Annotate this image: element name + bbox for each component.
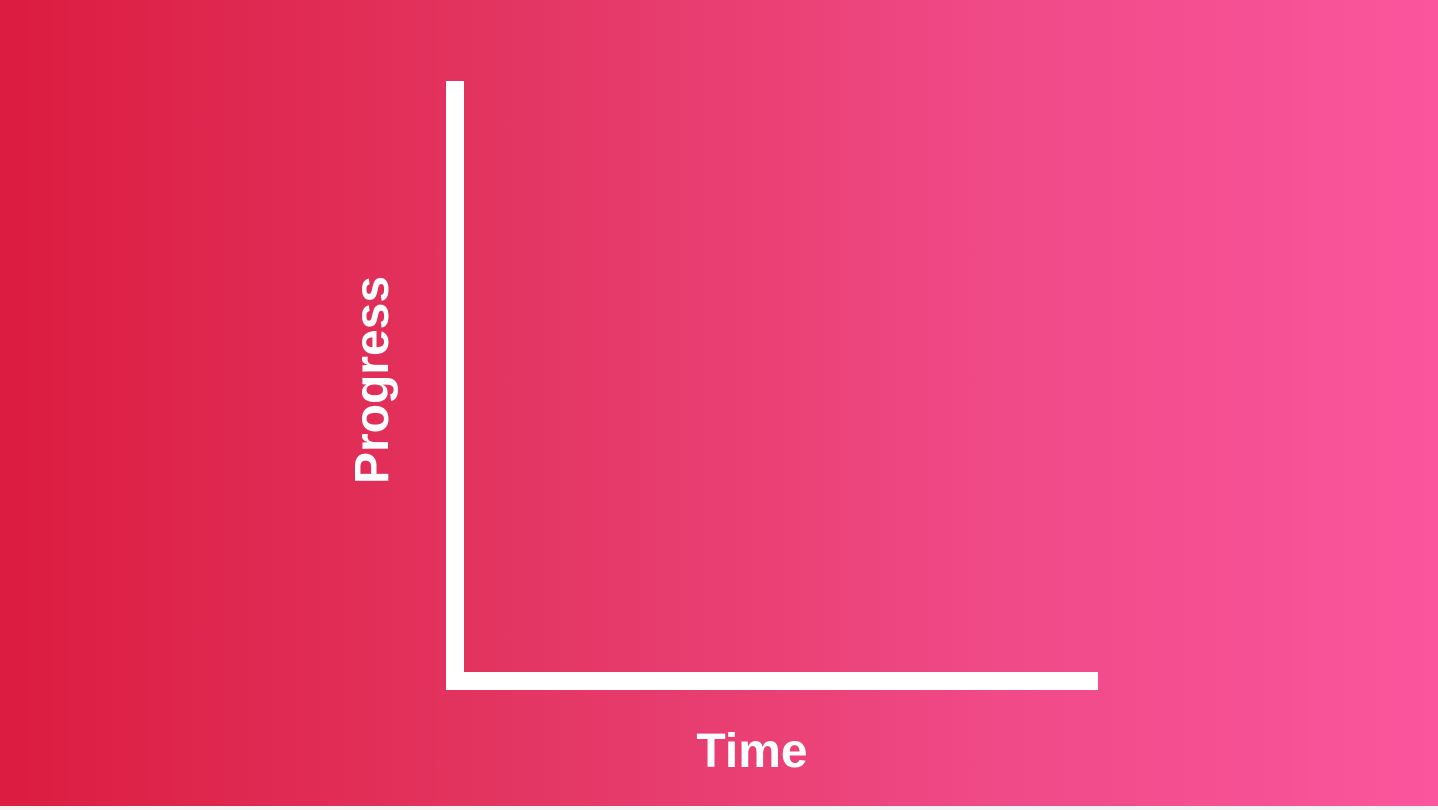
y-axis-line	[446, 81, 464, 690]
bottom-edge-strip	[0, 806, 1438, 810]
x-axis-label: Time	[696, 725, 808, 778]
chart-background: Progress Time	[0, 0, 1438, 806]
y-axis-label: Progress	[346, 275, 399, 485]
x-axis-line	[446, 672, 1098, 690]
